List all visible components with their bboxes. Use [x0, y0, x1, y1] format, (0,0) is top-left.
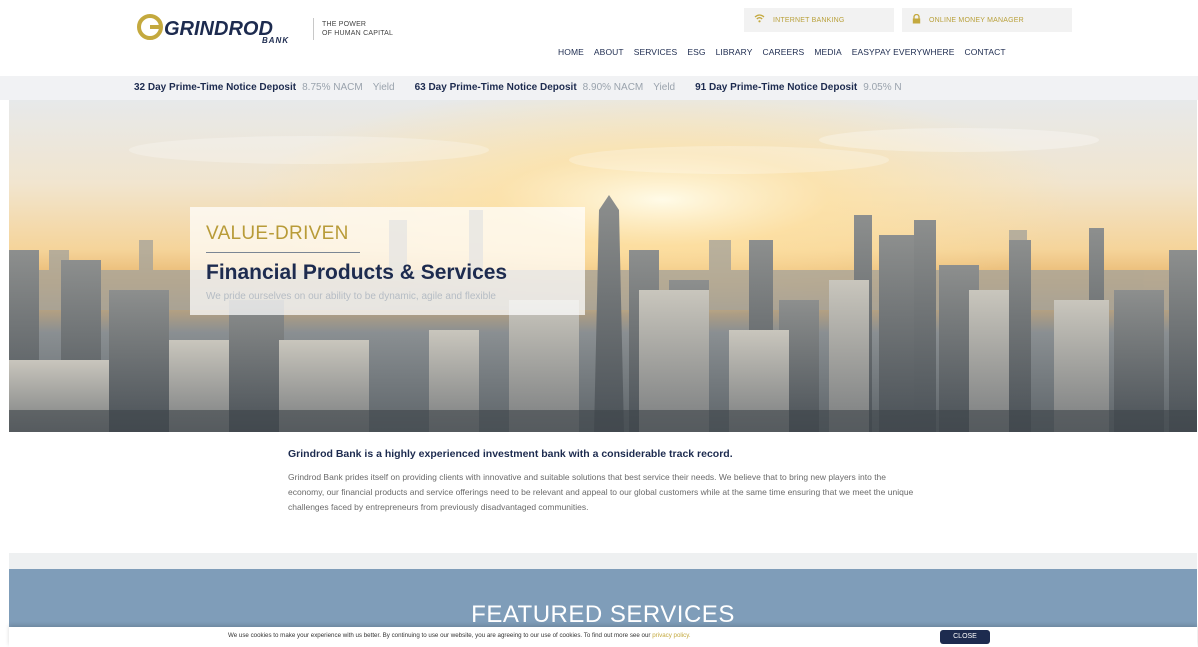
internet-banking-label: INTERNET BANKING: [773, 16, 845, 24]
intro-section: Grindrod Bank is a highly experienced in…: [9, 432, 1197, 553]
hero-subtitle: We pride ourselves on our ability to be …: [206, 291, 496, 302]
nav-library[interactable]: LIBRARY: [716, 47, 753, 57]
ticker-item[interactable]: 32 Day Prime-Time Notice Deposit 8.75% NA…: [134, 76, 395, 100]
ticker-item-yield: Yield: [372, 82, 395, 93]
ticker-item-rate: 8.75% NACM: [302, 82, 363, 93]
ticker-item-yield: Yield: [653, 82, 676, 93]
intro-title: Grindrod Bank is a highly experienced in…: [288, 448, 733, 460]
tagline: THE POWER OF HUMAN CAPITAL: [322, 20, 393, 38]
hero-eyebrow: VALUE-DRIVEN: [206, 223, 349, 244]
tagline-line2: OF HUMAN CAPITAL: [322, 30, 394, 37]
internet-banking-button[interactable]: INTERNET BANKING: [744, 8, 894, 32]
nav-contact[interactable]: CONTACT: [964, 47, 1005, 57]
nav-home[interactable]: HOME: [558, 47, 584, 57]
logo-bank-label: BANK: [262, 36, 290, 45]
featured-services-title: FEATURED SERVICES: [471, 601, 735, 628]
main-nav: HOME ABOUT SERVICES ESG LIBRARY CAREERS …: [558, 47, 1006, 57]
ticker-item-rate: 9.05% N: [863, 82, 902, 93]
tagline-line1: THE POWER: [322, 21, 367, 28]
ticker-item-name: 91 Day Prime-Time Notice Deposit: [695, 82, 858, 93]
nav-services[interactable]: SERVICES: [634, 47, 678, 57]
cookie-banner: We use cookies to make your experience w…: [9, 627, 1197, 647]
hero-title: Financial Products & Services: [206, 261, 508, 284]
cookie-close-button[interactable]: CLOSE: [940, 630, 990, 644]
online-money-manager-label: ONLINE MONEY MANAGER: [929, 16, 1024, 24]
ticker-track: 32 Day Prime-Time Notice Deposit 8.75% NA…: [134, 76, 922, 100]
logo-wordmark: GRINDROD: [164, 18, 273, 40]
city-skyline-image: [9, 100, 1197, 432]
ticker-item-rate: 8.90% NACM: [582, 82, 644, 93]
cookie-message: We use cookies to make your experience w…: [228, 632, 651, 639]
hero-banner: VALUE-DRIVEN Financial Products & Servic…: [9, 100, 1197, 432]
ticker-item[interactable]: 63 Day Prime-Time Notice Deposit 8.90% NA…: [415, 76, 676, 100]
site-header: GRINDROD BANK THE POWER OF HUMAN CAPITAL…: [0, 0, 1198, 76]
nav-easypay-everywhere[interactable]: EASYPAY EVERYWHERE: [852, 47, 955, 57]
cookie-text: We use cookies to make your experience w…: [228, 632, 691, 639]
intro-body: Grindrod Bank prides itself on providing…: [288, 472, 914, 512]
nav-media[interactable]: MEDIA: [814, 47, 841, 57]
ticker-item-name: 32 Day Prime-Time Notice Deposit: [134, 82, 297, 93]
nav-careers[interactable]: CAREERS: [763, 47, 805, 57]
privacy-policy-link[interactable]: privacy policy.: [652, 632, 690, 639]
featured-services-section: FEATURED SERVICES: [9, 569, 1197, 629]
ticker-item[interactable]: 91 Day Prime-Time Notice Deposit 9.05% N: [695, 76, 901, 100]
lock-icon: [912, 13, 921, 27]
hero-divider: [206, 252, 360, 253]
nav-about[interactable]: ABOUT: [594, 47, 624, 57]
section-divider-strip: [9, 553, 1197, 569]
wifi-icon: [754, 14, 765, 26]
ticker-item-name: 63 Day Prime-Time Notice Deposit: [414, 82, 577, 93]
header-divider: [313, 18, 314, 40]
hero-caption: VALUE-DRIVEN Financial Products & Servic…: [190, 207, 585, 315]
rates-ticker: 32 Day Prime-Time Notice Deposit 8.75% NA…: [0, 76, 1198, 100]
online-money-manager-button[interactable]: ONLINE MONEY MANAGER: [902, 8, 1072, 32]
nav-esg[interactable]: ESG: [687, 47, 705, 57]
